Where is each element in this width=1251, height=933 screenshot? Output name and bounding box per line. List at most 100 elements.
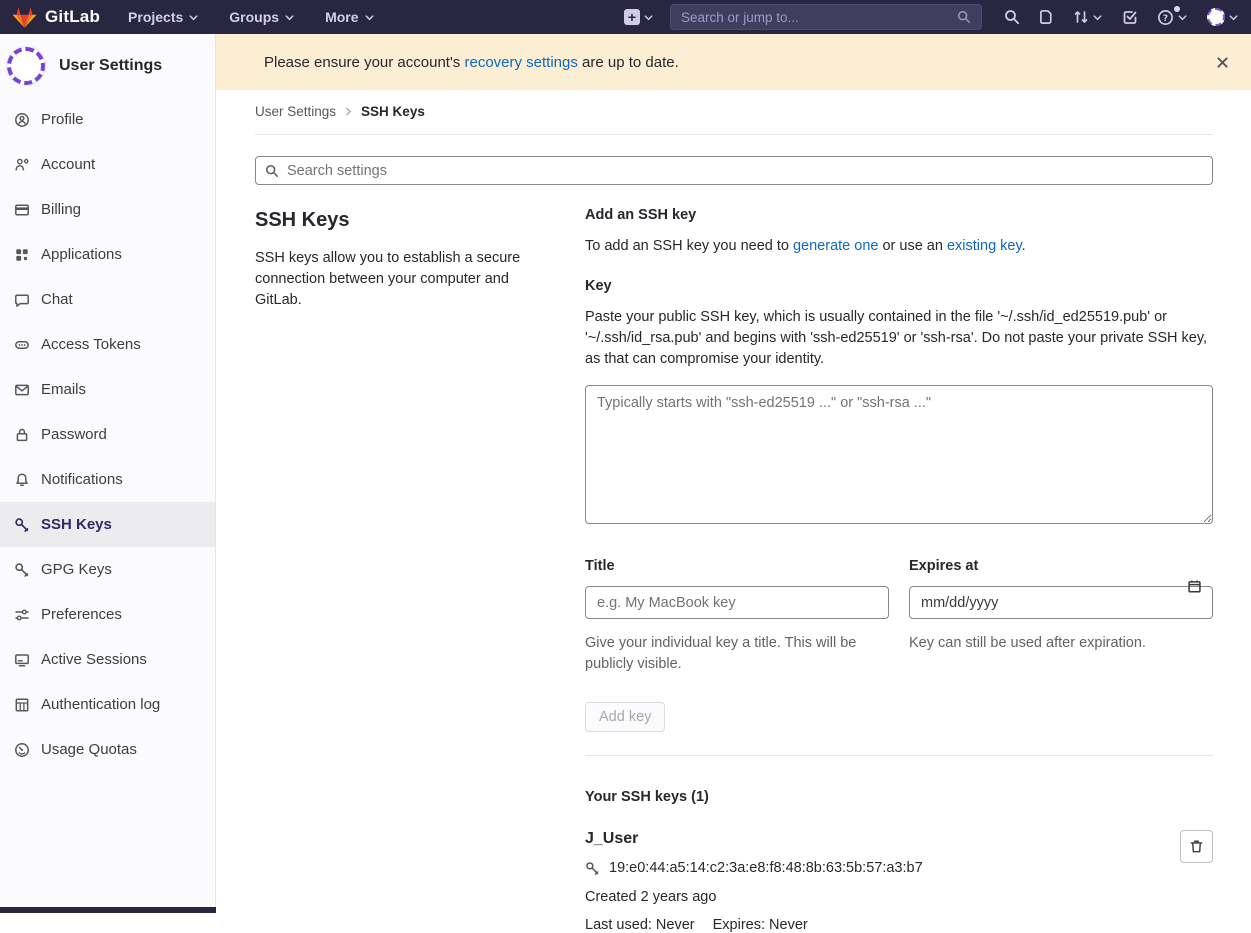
sidebar-item-label: Profile xyxy=(41,111,84,128)
todo-icon[interactable] xyxy=(1122,9,1138,25)
sidebar-item-label: Authentication log xyxy=(41,696,160,713)
sidebar-item-label: Billing xyxy=(41,201,81,218)
close-icon xyxy=(1216,56,1229,69)
section-intro: SSH Keys SSH keys allow you to establish… xyxy=(255,201,585,933)
user-menu-button[interactable] xyxy=(1207,8,1239,26)
sliders-icon xyxy=(14,607,30,623)
banner-text-after: are up to date. xyxy=(578,54,679,71)
sidebar-item-label: Notifications xyxy=(41,471,123,488)
key-icon xyxy=(14,517,30,533)
global-search-input[interactable] xyxy=(681,10,957,25)
ssh-key-fingerprint: 19:e0:44:a5:14:c2:3a:e8:f8:48:8b:63:5b:5… xyxy=(609,860,923,876)
sidebar-item-ssh-keys[interactable]: SSH Keys xyxy=(0,502,215,547)
key-icon xyxy=(14,562,30,578)
sidebar-item-chat[interactable]: Chat xyxy=(0,277,215,322)
calendar-icon xyxy=(1187,579,1202,594)
banner-close-button[interactable] xyxy=(1216,56,1229,69)
your-ssh-keys-heading: Your SSH keys (1) xyxy=(585,789,1213,805)
chevron-down-icon xyxy=(643,12,654,23)
add-ssh-key-intro: To add an SSH key you need to generate o… xyxy=(585,236,1213,257)
sidebar-item-label: Chat xyxy=(41,291,73,308)
generate-one-link[interactable]: generate one xyxy=(793,238,878,254)
sidebar-item-active-sessions[interactable]: Active Sessions xyxy=(0,637,215,682)
sidebar-item-profile[interactable]: Profile xyxy=(0,97,215,142)
sidebar-item-preferences[interactable]: Preferences xyxy=(0,592,215,637)
chevron-down-icon xyxy=(364,12,375,23)
brand-name: GitLab xyxy=(45,7,100,27)
add-ssh-key-heading: Add an SSH key xyxy=(585,207,1213,223)
sidebar-item-label: SSH Keys xyxy=(41,516,112,533)
sidebar-item-billing[interactable]: Billing xyxy=(0,187,215,232)
expires-date-input[interactable] xyxy=(909,586,1213,619)
account-gear-icon xyxy=(14,157,30,173)
user-icon xyxy=(14,112,30,128)
intro-text-after: . xyxy=(1022,238,1026,254)
sidebar-item-label: GPG Keys xyxy=(41,561,112,578)
new-menu-button[interactable]: + xyxy=(624,9,654,25)
section-divider xyxy=(585,755,1213,756)
avatar xyxy=(1207,8,1225,26)
issues-icon[interactable] xyxy=(1039,9,1054,25)
breadcrumb-current: SSH Keys xyxy=(361,104,425,119)
page-description: SSH keys allow you to establish a secure… xyxy=(255,248,540,311)
search-icon[interactable] xyxy=(1004,9,1020,25)
breadcrumb-user-settings[interactable]: User Settings xyxy=(255,104,336,119)
key-field-label: Key xyxy=(585,278,1213,294)
plus-icon: + xyxy=(624,9,640,25)
settings-search[interactable] xyxy=(255,156,1213,185)
ssh-key-last-used: Last used: Never xyxy=(585,917,695,933)
avatar xyxy=(7,47,45,85)
sidebar-item-authentication-log[interactable]: Authentication log xyxy=(0,682,215,727)
top-navbar: GitLab Projects Groups More + xyxy=(0,0,1251,34)
settings-search-input[interactable] xyxy=(287,163,1203,179)
monitor-icon xyxy=(14,652,30,668)
gauge-icon xyxy=(14,742,30,758)
sidebar-item-gpg-keys[interactable]: GPG Keys xyxy=(0,547,215,592)
notification-dot xyxy=(1174,6,1180,12)
delete-key-button[interactable] xyxy=(1180,830,1213,863)
ssh-key-list-item: J_User 19:e0:44:a5:14:c2:3a:e8:f8:48:8b:… xyxy=(585,830,1213,933)
sidebar-item-usage-quotas[interactable]: Usage Quotas xyxy=(0,727,215,772)
help-icon[interactable]: ? xyxy=(1157,9,1188,26)
gitlab-home-link[interactable]: GitLab xyxy=(12,5,100,29)
add-key-button[interactable]: Add key xyxy=(585,702,665,732)
ssh-key-name[interactable]: J_User xyxy=(585,830,1153,848)
nav-groups[interactable]: Groups xyxy=(229,9,295,25)
title-input[interactable] xyxy=(585,586,889,619)
chevron-down-icon xyxy=(1228,12,1239,23)
ssh-key-created: Created 2 years ago xyxy=(585,889,1153,905)
sidebar-bottom-strip xyxy=(0,907,216,913)
existing-key-link[interactable]: existing key xyxy=(947,238,1022,254)
nav-menu: Projects Groups More xyxy=(128,9,374,25)
expires-field-group: Expires at Key can still be used after e… xyxy=(909,558,1213,675)
sidebar-item-account[interactable]: Account xyxy=(0,142,215,187)
search-icon xyxy=(265,164,279,178)
banner-text-before: Please ensure your account's xyxy=(264,54,464,71)
recovery-settings-link[interactable]: recovery settings xyxy=(464,54,577,71)
sidebar-item-password[interactable]: Password xyxy=(0,412,215,457)
table-icon xyxy=(14,697,30,713)
chevron-down-icon xyxy=(1177,12,1188,23)
sidebar-item-emails[interactable]: Emails xyxy=(0,367,215,412)
sidebar-item-applications[interactable]: Applications xyxy=(0,232,215,277)
sidebar-title: User Settings xyxy=(59,57,162,75)
ssh-key-textarea[interactable] xyxy=(585,385,1213,524)
title-field-group: Title Give your individual key a title. … xyxy=(585,558,889,675)
sidebar-item-label: Active Sessions xyxy=(41,651,147,668)
expires-field-label: Expires at xyxy=(909,558,1213,574)
nav-more-label: More xyxy=(325,9,358,25)
sidebar-item-access-tokens[interactable]: Access Tokens xyxy=(0,322,215,367)
sidebar-item-label: Password xyxy=(41,426,107,443)
gitlab-tanuki-logo-icon xyxy=(12,5,37,29)
nav-more[interactable]: More xyxy=(325,9,374,25)
merge-request-icon[interactable] xyxy=(1073,9,1103,25)
sidebar-item-label: Applications xyxy=(41,246,122,263)
navbar-icons: ? xyxy=(1004,8,1239,26)
lock-icon xyxy=(14,427,30,443)
global-search[interactable] xyxy=(670,4,982,30)
sidebar-item-notifications[interactable]: Notifications xyxy=(0,457,215,502)
title-field-help: Give your individual key a title. This w… xyxy=(585,633,889,675)
chat-bubble-icon xyxy=(14,292,30,308)
banner-text: Please ensure your account's recovery se… xyxy=(264,54,679,71)
nav-projects[interactable]: Projects xyxy=(128,9,199,25)
